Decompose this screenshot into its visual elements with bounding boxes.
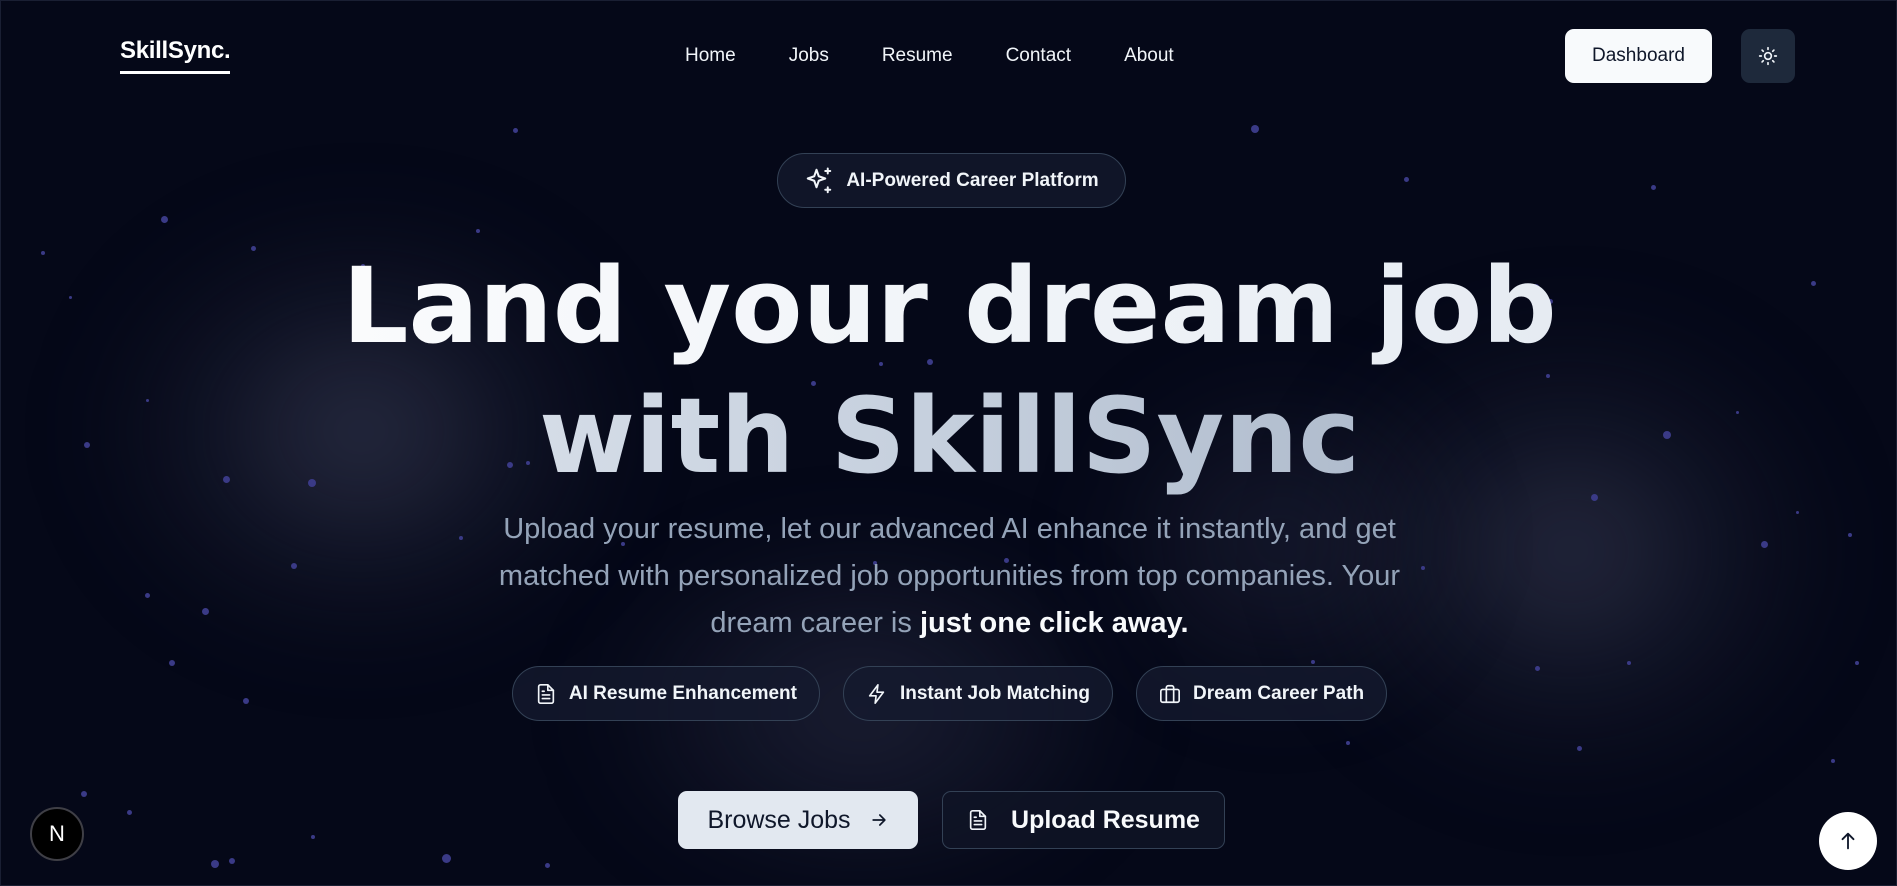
document-icon xyxy=(535,683,557,705)
hero-headline: Land your dream job with SkillSync xyxy=(1,241,1896,501)
nav-jobs[interactable]: Jobs xyxy=(789,45,829,67)
upload-resume-button[interactable]: Upload Resume xyxy=(942,791,1225,849)
nav-contact[interactable]: Contact xyxy=(1006,45,1071,67)
document-icon xyxy=(967,809,989,831)
star-dot xyxy=(1577,746,1582,751)
star-dot xyxy=(1796,511,1799,514)
platform-badge: AI-Powered Career Platform xyxy=(777,153,1126,208)
logo[interactable]: SkillSync. xyxy=(120,37,231,74)
star-dot xyxy=(1855,661,1859,665)
sparkles-icon xyxy=(804,166,834,196)
star-dot xyxy=(202,608,209,615)
star-dot xyxy=(1404,177,1409,182)
headline-line-1: Land your dream job xyxy=(1,241,1896,371)
arrow-right-icon xyxy=(869,810,889,830)
subtext-emphasis: just one click away. xyxy=(919,607,1189,639)
nextjs-dev-badge[interactable]: N xyxy=(30,807,84,861)
star-dot xyxy=(476,229,480,233)
theme-toggle-button[interactable] xyxy=(1741,29,1795,83)
arrow-up-icon xyxy=(1837,830,1859,852)
feature-pill-career: Dream Career Path xyxy=(1135,666,1388,721)
star-dot xyxy=(161,216,168,223)
briefcase-icon xyxy=(1159,683,1181,705)
star-dot xyxy=(211,860,219,868)
star-dot xyxy=(145,593,150,598)
main-nav: Home Jobs Resume Contact About xyxy=(685,45,1174,67)
hero-subtext: Upload your resume, let our advanced AI … xyxy=(461,506,1438,647)
scroll-to-top-button[interactable] xyxy=(1819,812,1877,870)
star-dot xyxy=(1831,759,1835,763)
zap-icon xyxy=(866,683,888,705)
star-dot xyxy=(1346,741,1350,745)
browse-jobs-button[interactable]: Browse Jobs xyxy=(678,791,918,849)
star-dot xyxy=(81,791,87,797)
headline-line-2: with SkillSync xyxy=(1,371,1896,501)
star-dot xyxy=(311,835,315,839)
dashboard-button[interactable]: Dashboard xyxy=(1565,29,1712,83)
feature-label: Dream Career Path xyxy=(1192,682,1365,704)
feature-pills: AI Resume Enhancement Instant Job Matchi… xyxy=(1,666,1896,721)
star-dot xyxy=(291,563,297,569)
star-dot xyxy=(229,858,235,864)
nav-resume[interactable]: Resume xyxy=(882,45,953,67)
feature-label: AI Resume Enhancement xyxy=(568,682,797,704)
badge-label: AI-Powered Career Platform xyxy=(846,169,1099,191)
feature-pill-resume: AI Resume Enhancement xyxy=(511,666,820,721)
nav-about[interactable]: About xyxy=(1124,45,1174,67)
feature-pill-matching: Instant Job Matching xyxy=(842,666,1113,721)
star-dot xyxy=(1761,541,1768,548)
star-dot xyxy=(1627,661,1631,665)
browse-jobs-label: Browse Jobs xyxy=(707,805,851,834)
feature-label: Instant Job Matching xyxy=(899,682,1090,704)
star-dot xyxy=(442,854,451,863)
star-dot xyxy=(1651,185,1656,190)
star-dot xyxy=(1251,125,1259,133)
star-dot xyxy=(513,128,518,133)
star-dot xyxy=(127,810,132,815)
star-dot xyxy=(545,863,550,868)
page: SkillSync. Home Jobs Resume Contact Abou… xyxy=(0,0,1897,886)
nav-home[interactable]: Home xyxy=(685,45,736,67)
upload-resume-label: Upload Resume xyxy=(1011,805,1200,834)
sun-icon xyxy=(1758,46,1778,66)
star-dot xyxy=(1848,533,1852,537)
star-dot xyxy=(1311,660,1315,664)
